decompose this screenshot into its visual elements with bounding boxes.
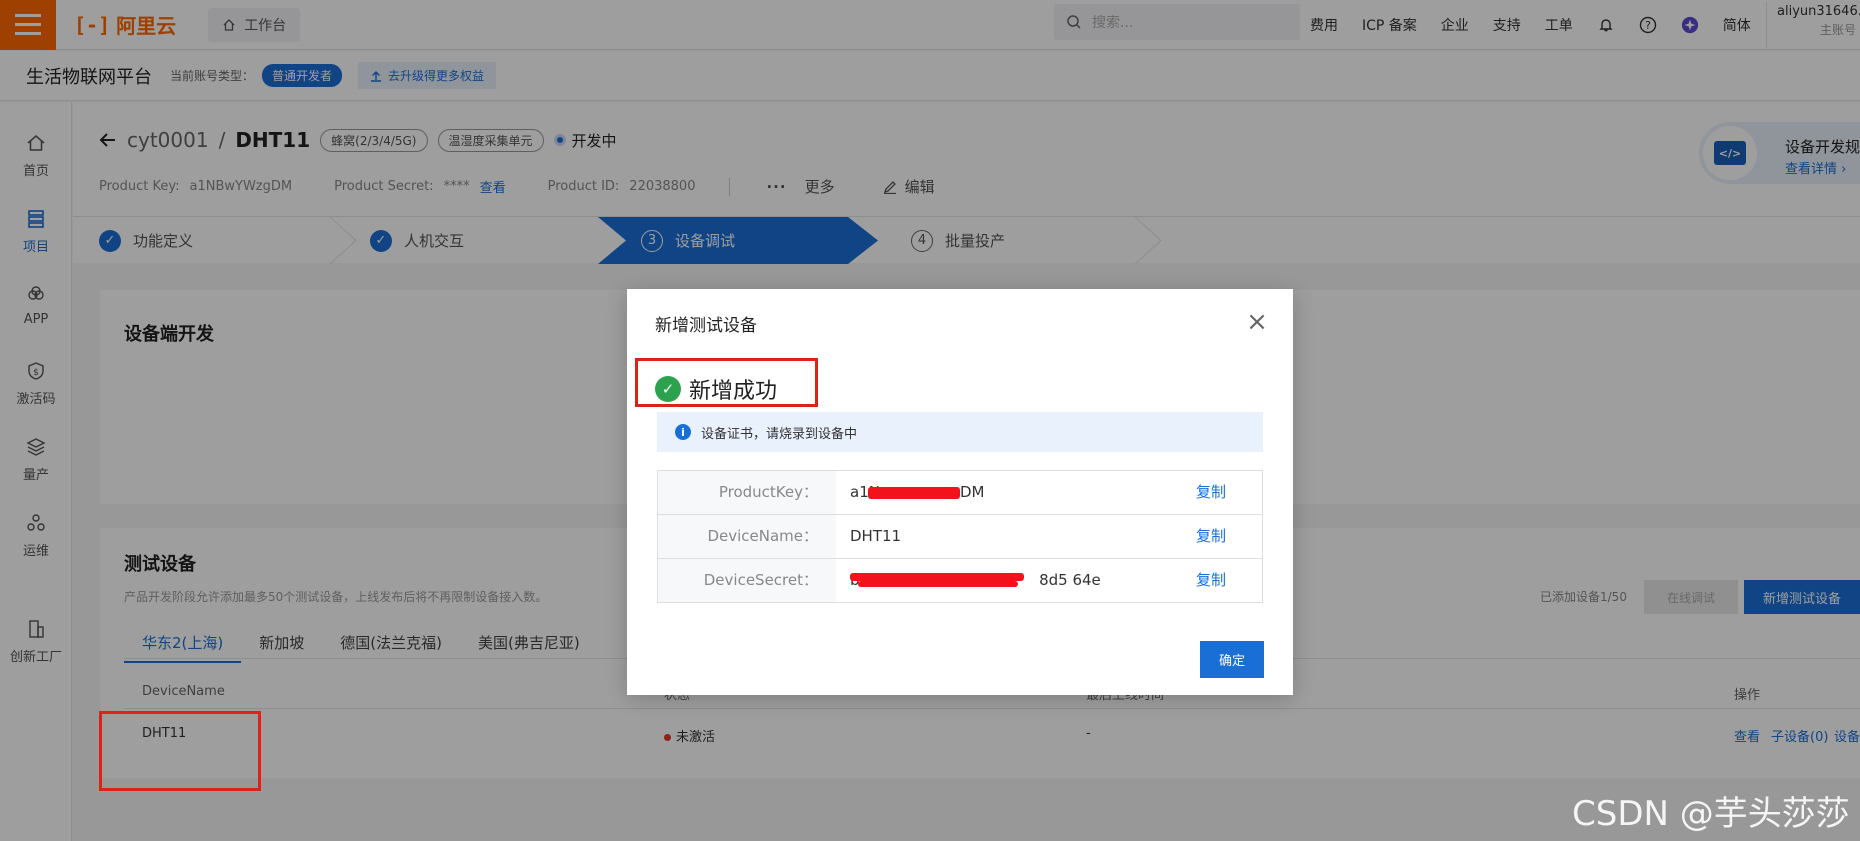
copy-product-key-button[interactable]: 复制 bbox=[1196, 471, 1226, 514]
redaction-scribble bbox=[858, 581, 1018, 587]
confirm-button[interactable]: 确定 bbox=[1200, 641, 1264, 678]
watermark: CSDN @芋头莎莎 bbox=[1572, 794, 1850, 834]
cert-label: DeviceName： bbox=[658, 515, 836, 558]
cert-row-product-key: ProductKey： a1N DM 复制 bbox=[658, 471, 1262, 515]
success-check-icon: ✓ bbox=[655, 376, 681, 402]
copy-device-name-button[interactable]: 复制 bbox=[1196, 515, 1226, 558]
info-icon: i bbox=[675, 424, 691, 440]
redaction-scribble bbox=[850, 573, 1024, 581]
cert-row-device-secret: DeviceSecret： b98d5 64e 复制 bbox=[658, 559, 1262, 603]
cert-label: DeviceSecret： bbox=[658, 559, 836, 602]
redaction-scribble bbox=[868, 487, 960, 499]
cert-row-device-name: DeviceName： DHT11 复制 bbox=[658, 515, 1262, 559]
success-message: ✓ 新增成功 bbox=[655, 373, 777, 405]
copy-device-secret-button[interactable]: 复制 bbox=[1196, 559, 1226, 602]
cert-value-tail: DM bbox=[959, 483, 985, 501]
cert-value-tail: 8d5 64e bbox=[1039, 571, 1101, 589]
annotation-box-row bbox=[99, 711, 261, 791]
info-text: 设备证书，请烧录到设备中 bbox=[701, 426, 858, 442]
cert-value: DHT11 bbox=[850, 527, 902, 545]
device-certificate-table: ProductKey： a1N DM 复制 DeviceName： DHT11 复… bbox=[657, 470, 1263, 603]
cert-label: ProductKey： bbox=[658, 471, 836, 514]
info-banner: i 设备证书，请烧录到设备中 bbox=[657, 412, 1263, 452]
success-label: 新增成功 bbox=[689, 379, 778, 404]
add-test-device-dialog: 新增测试设备 × ✓ 新增成功 i 设备证书，请烧录到设备中 ProductKe… bbox=[627, 289, 1293, 695]
dialog-title: 新增测试设备 bbox=[655, 316, 757, 336]
close-icon[interactable]: × bbox=[1245, 309, 1269, 335]
